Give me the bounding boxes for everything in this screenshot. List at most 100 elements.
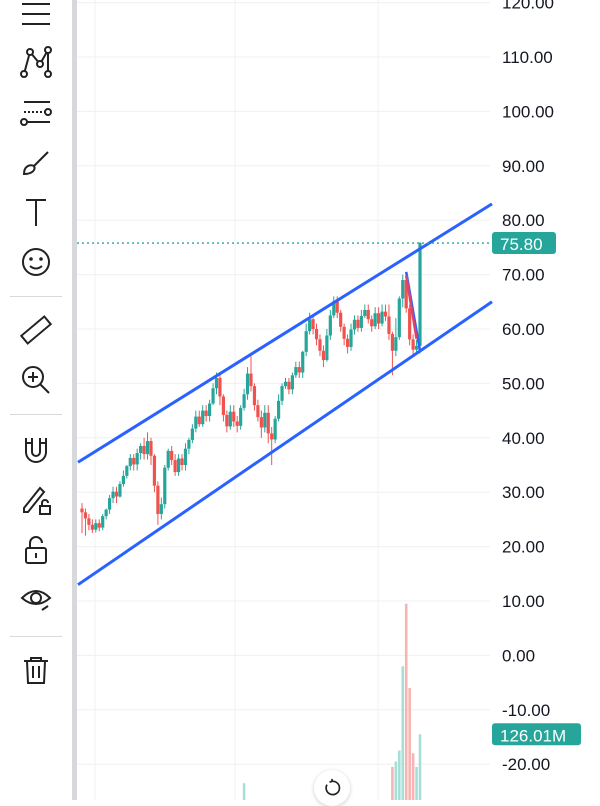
y-tick-label: 110.00 xyxy=(502,48,553,67)
volume-bar xyxy=(401,666,405,800)
candle-body xyxy=(342,326,346,339)
candle-body xyxy=(218,377,222,397)
candle-body xyxy=(208,403,212,417)
candle-body xyxy=(308,319,312,332)
y-tick-label: 100.00 xyxy=(502,102,554,121)
candle-body xyxy=(214,377,219,389)
candle-body xyxy=(370,319,374,327)
candle-body xyxy=(356,319,360,328)
candle-body xyxy=(232,411,236,422)
volume-bar xyxy=(242,783,246,800)
candle-body xyxy=(111,491,115,499)
candle-body xyxy=(90,524,94,530)
trash-icon[interactable] xyxy=(8,650,64,690)
candle-body xyxy=(101,516,105,528)
candle-body xyxy=(145,441,150,455)
candle-body xyxy=(228,411,232,427)
candle-body xyxy=(80,508,84,513)
reset-chart-button[interactable] xyxy=(314,770,350,806)
candle-body xyxy=(83,512,88,519)
crosshair-lines-icon[interactable] xyxy=(8,0,64,34)
candle-body xyxy=(156,485,160,514)
candle-body xyxy=(135,453,139,465)
volume-bar xyxy=(418,734,422,800)
magnet-icon[interactable] xyxy=(8,430,64,470)
pattern-tool-icon[interactable] xyxy=(8,42,64,82)
candle-body xyxy=(125,466,129,476)
candle-body xyxy=(256,405,260,418)
y-tick-label: 60.00 xyxy=(502,320,545,339)
y-tick-label: 50.00 xyxy=(502,374,545,393)
candle-body xyxy=(297,367,301,373)
y-tick-label: -10.00 xyxy=(502,701,550,720)
candle-body xyxy=(114,491,119,497)
candle-body xyxy=(276,400,281,419)
candle-body xyxy=(187,439,191,449)
candle-body xyxy=(352,319,357,330)
unlock-icon[interactable] xyxy=(8,530,64,570)
candle-body xyxy=(266,412,270,434)
candle-body xyxy=(366,309,370,320)
y-tick-label: 90.00 xyxy=(502,157,545,176)
candle-body xyxy=(149,441,153,456)
candle-body xyxy=(107,498,112,510)
y-tick-label: 120.00 xyxy=(502,0,554,13)
price-chart[interactable]: 120.00 110.00 100.00 90.00 80.00 70.00 60.00 50… xyxy=(77,0,600,800)
candle-body xyxy=(173,460,177,473)
candle-body xyxy=(87,518,91,525)
volume-bar xyxy=(391,766,394,800)
volume-bar xyxy=(415,766,418,800)
brush-icon[interactable] xyxy=(8,142,64,182)
candle-body xyxy=(394,337,398,351)
eye-icon[interactable] xyxy=(8,580,64,620)
candle-body xyxy=(280,386,284,401)
lock-drawing-icon[interactable] xyxy=(8,480,64,520)
candle-body xyxy=(132,457,136,465)
volume-bar xyxy=(394,761,398,800)
channel-upper-line xyxy=(77,202,493,464)
reset-icon xyxy=(325,778,341,796)
candle-body xyxy=(159,504,163,514)
candle-body xyxy=(139,445,143,454)
candle-body xyxy=(190,428,194,440)
fib-tool-icon[interactable] xyxy=(8,92,64,132)
candle-body xyxy=(221,396,226,415)
toolbar-divider xyxy=(10,414,62,415)
candle-body xyxy=(411,339,415,350)
candle-body xyxy=(163,467,167,505)
candle-body xyxy=(197,416,201,425)
y-tick-label: 10.00 xyxy=(502,592,545,611)
ruler-icon[interactable] xyxy=(8,310,64,350)
y-tick-label: 70.00 xyxy=(502,266,545,285)
candle-body xyxy=(249,373,253,387)
candle-body xyxy=(311,319,315,329)
candle-body xyxy=(94,523,98,530)
candle-body xyxy=(152,455,157,486)
volume-bar xyxy=(398,750,401,800)
candle-body xyxy=(273,418,277,440)
candle-body xyxy=(301,351,305,373)
candle-body xyxy=(304,331,308,352)
emoji-icon[interactable] xyxy=(8,242,64,282)
candle-body xyxy=(383,311,388,317)
text-tool-icon[interactable] xyxy=(8,192,64,232)
candle-body xyxy=(121,475,125,485)
candle-body xyxy=(359,315,363,328)
candle-body xyxy=(176,458,181,473)
candle-body xyxy=(373,313,377,327)
candle-body xyxy=(128,457,132,467)
last-price-label: 75.80 xyxy=(500,235,543,254)
candle-body xyxy=(211,388,215,404)
candle-body xyxy=(235,421,239,426)
candle-body xyxy=(283,381,288,387)
candle-body xyxy=(363,309,367,316)
volume-label: 126.01M xyxy=(500,726,566,745)
candle-body xyxy=(263,412,267,428)
candle-body xyxy=(397,298,401,338)
zoom-in-icon[interactable] xyxy=(8,360,64,400)
candle-body xyxy=(401,280,405,299)
channel-lower-line xyxy=(77,300,493,586)
candle-body xyxy=(335,301,339,313)
candle-body xyxy=(118,484,122,497)
candle-body xyxy=(290,375,294,390)
